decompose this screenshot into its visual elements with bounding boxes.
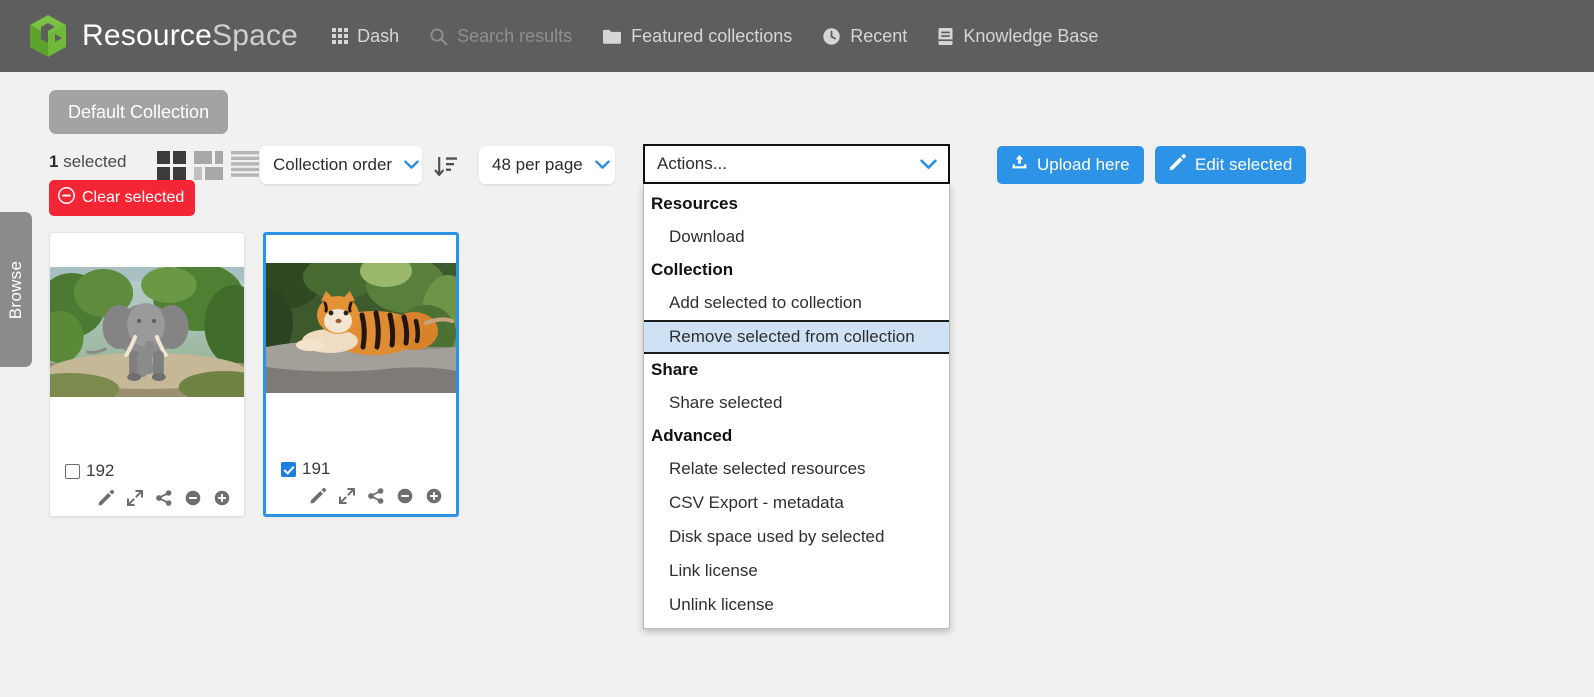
- menu-item-disk-space-used-by-selected[interactable]: Disk space used by selected: [644, 520, 949, 554]
- menu-item-unlink-license[interactable]: Unlink license: [644, 588, 949, 622]
- resource-id-label: 192: [86, 461, 115, 480]
- view-mode-switcher: [157, 150, 259, 185]
- menu-item-download[interactable]: Download: [644, 220, 949, 254]
- clock-icon: [822, 27, 841, 46]
- resource-checkbox[interactable]: [65, 463, 80, 479]
- menu-group-advanced: Advanced: [651, 426, 733, 445]
- per-page-select[interactable]: 48 per page: [479, 146, 615, 184]
- resource-card[interactable]: 192: [49, 232, 245, 517]
- upload-icon: [1011, 154, 1028, 176]
- nav-item-recent[interactable]: Recent: [822, 26, 907, 47]
- clear-selected-button[interactable]: Clear selected: [49, 180, 196, 216]
- actions-select-box[interactable]: Actions...: [643, 144, 950, 184]
- collection-order-value: Collection order: [273, 155, 393, 174]
- chevron-down-icon: [594, 160, 610, 170]
- resource-grid: 192 191: [49, 232, 459, 517]
- clear-selected-label: Clear selected: [82, 189, 185, 206]
- nav-label-search-results: Search results: [457, 25, 573, 46]
- menu-item-share-selected[interactable]: Share selected: [644, 386, 949, 420]
- nav-item-dash[interactable]: Dash: [332, 26, 399, 47]
- share-icon[interactable]: [368, 488, 384, 504]
- minus-circle-icon: [58, 187, 75, 209]
- nav-item-search-results[interactable]: Search results: [429, 26, 572, 47]
- sort-descending-icon[interactable]: [434, 154, 458, 185]
- resource-id-label: 191: [302, 459, 331, 478]
- nav-label-knowledge-base: Knowledge Base: [963, 25, 1099, 46]
- actions-select-value: Actions...: [657, 154, 727, 173]
- share-icon[interactable]: [156, 490, 172, 506]
- browse-sidebar-tab[interactable]: Browse: [0, 212, 32, 367]
- brand-first: Resource: [82, 19, 212, 52]
- results-toolbar: 1 selected Clear selected Collection ord…: [49, 144, 1594, 629]
- collection-pill[interactable]: Default Collection: [49, 90, 229, 134]
- folder-icon: [602, 28, 622, 45]
- menu-item-remove-selected-from-collection[interactable]: Remove selected from collection: [644, 320, 949, 354]
- app-header: ResourceSpace Dash Search results Featur…: [0, 0, 1594, 72]
- per-page-value: 48 per page: [492, 155, 583, 174]
- resource-card-footer: 192: [50, 461, 244, 506]
- view-mode-grid-icon[interactable]: [157, 150, 187, 185]
- selected-count-suffix: selected: [58, 152, 127, 171]
- view-mode-mixed-grid-icon[interactable]: [194, 150, 224, 185]
- collection-order-select[interactable]: Collection order: [260, 146, 422, 184]
- book-icon: [937, 27, 954, 46]
- upload-here-button[interactable]: Upload here: [997, 146, 1144, 184]
- resource-action-icons: [50, 490, 244, 506]
- menu-group-resources: Resources: [651, 194, 738, 213]
- resource-id-row: 191: [266, 459, 456, 479]
- resource-id-row: 192: [50, 461, 244, 481]
- nav-item-featured-collections[interactable]: Featured collections: [602, 26, 792, 47]
- elephant-photo[interactable]: [50, 267, 244, 397]
- edit-selected-label: Edit selected: [1195, 155, 1293, 174]
- resource-action-icons: [266, 488, 456, 504]
- pencil-icon[interactable]: [98, 490, 114, 506]
- nav-label-featured-collections: Featured collections: [631, 25, 793, 46]
- resource-card[interactable]: 191: [263, 232, 459, 517]
- nav-item-knowledge-base[interactable]: Knowledge Base: [937, 26, 1098, 47]
- resourcespace-cube-logo[interactable]: [28, 14, 68, 58]
- grid-icon: [332, 28, 349, 44]
- pencil-icon: [1169, 154, 1186, 176]
- browse-tab-label: Browse: [6, 260, 25, 319]
- minus-circle-icon[interactable]: [185, 490, 201, 506]
- chevron-down-icon: [404, 160, 419, 170]
- edit-selected-button[interactable]: Edit selected: [1155, 146, 1307, 184]
- menu-item-relate-selected-resources[interactable]: Relate selected resources: [644, 452, 949, 486]
- nav-label-dash: Dash: [357, 25, 400, 46]
- pencil-icon[interactable]: [310, 488, 326, 504]
- expand-icon[interactable]: [127, 490, 143, 506]
- collection-pill-label: Default Collection: [68, 102, 210, 122]
- selected-count: 1 selected: [49, 152, 127, 172]
- actions-dropdown: Actions... Resources Download Collection…: [643, 144, 950, 629]
- search-icon: [429, 27, 448, 46]
- resource-card-footer: 191: [266, 459, 456, 504]
- minus-circle-icon[interactable]: [397, 488, 413, 504]
- menu-item-add-selected-to-collection[interactable]: Add selected to collection: [644, 286, 949, 320]
- brand-title: ResourceSpace: [82, 19, 298, 53]
- brand-second: Space: [212, 19, 299, 52]
- actions-menu-list: Resources Download Collection Add select…: [643, 184, 950, 629]
- resource-checkbox[interactable]: [281, 461, 296, 477]
- menu-item-csv-export-metadata[interactable]: CSV Export - metadata: [644, 486, 949, 520]
- chevron-down-icon: [920, 159, 937, 170]
- nav-label-recent: Recent: [850, 25, 908, 46]
- plus-circle-icon[interactable]: [426, 488, 442, 504]
- tiger-photo[interactable]: [266, 263, 456, 393]
- upload-here-label: Upload here: [1037, 155, 1130, 174]
- menu-group-share: Share: [651, 360, 699, 379]
- menu-item-link-license[interactable]: Link license: [644, 554, 949, 588]
- plus-circle-icon[interactable]: [214, 490, 230, 506]
- expand-icon[interactable]: [339, 488, 355, 504]
- menu-group-collection: Collection: [651, 260, 734, 279]
- view-mode-list-icon[interactable]: [231, 150, 259, 185]
